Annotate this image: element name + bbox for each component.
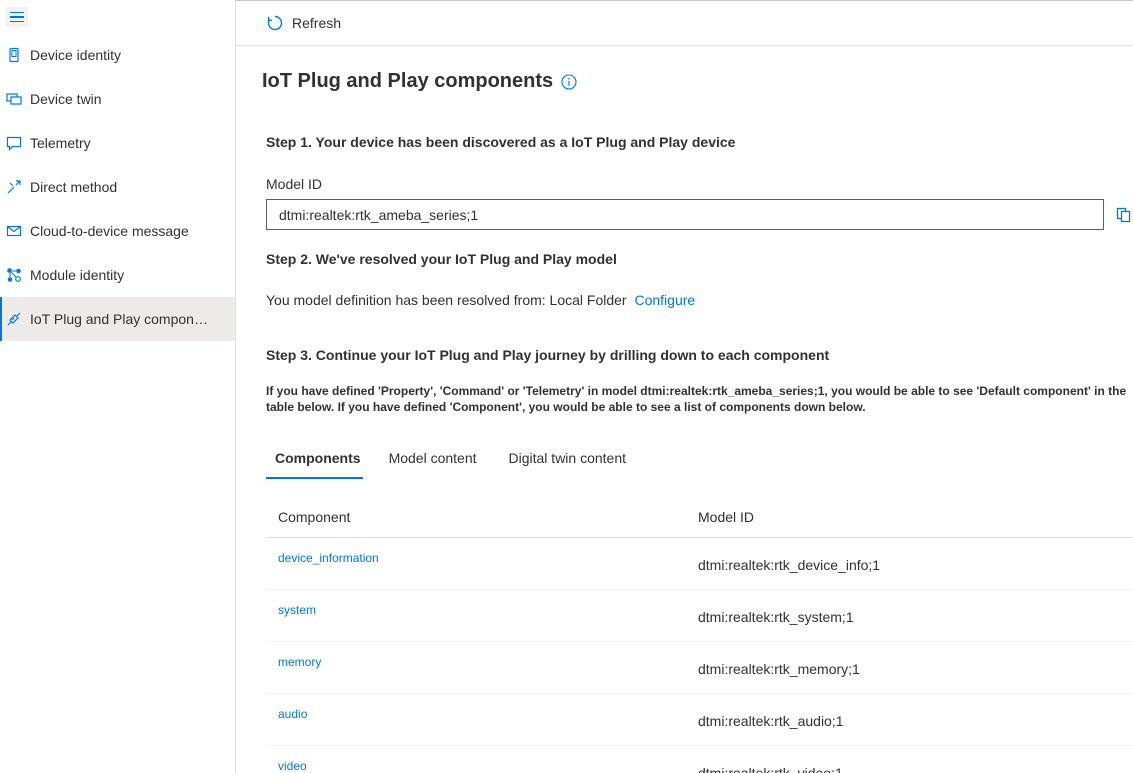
telemetry-icon (6, 135, 22, 151)
hamburger-menu-icon[interactable] (6, 7, 28, 27)
sidebar: Device identity Device twin Telemetry Di… (0, 0, 236, 773)
twin-icon (6, 91, 22, 107)
sidebar-item-cloud-to-device-message[interactable]: Cloud-to-device message (0, 209, 235, 253)
component-link[interactable]: system (266, 590, 686, 641)
table-row: audio dtmi:realtek:rtk_audio;1 (266, 694, 1133, 746)
model-id-field[interactable]: dtmi:realtek:rtk_ameba_series;1 (266, 199, 1104, 230)
sidebar-item-label: Module identity (30, 267, 125, 283)
step-3-heading: Step 3. Continue your IoT Plug and Play … (266, 347, 830, 363)
component-model-id: dtmi:realtek:rtk_memory;1 (698, 661, 860, 677)
step-2-heading: Step 2. We've resolved your IoT Plug and… (266, 251, 617, 267)
component-link[interactable]: video (266, 746, 686, 773)
resolved-source: You model definition has been resolved f… (266, 292, 627, 308)
refresh-icon (267, 15, 283, 31)
table-header: Component Model ID (266, 496, 1133, 538)
model-id-value: dtmi:realtek:rtk_ameba_series;1 (279, 206, 479, 223)
table-row: memory dtmi:realtek:rtk_memory;1 (266, 642, 1133, 694)
components-table: Component Model ID device_information dt… (266, 496, 1133, 773)
toolbar: Refresh (236, 0, 1133, 46)
info-icon[interactable] (561, 73, 577, 90)
sidebar-item-device-twin[interactable]: Device twin (0, 77, 235, 121)
tab-digital-twin-content[interactable]: Digital twin content (509, 446, 627, 479)
sidebar-item-direct-method[interactable]: Direct method (0, 165, 235, 209)
sidebar-item-label: Device twin (30, 91, 102, 107)
main-content: IoT Plug and Play components Step 1. You… (236, 46, 1133, 773)
message-icon (6, 223, 22, 239)
component-link[interactable]: device_information (266, 538, 686, 589)
copy-icon[interactable] (1115, 205, 1133, 223)
table-row: device_information dtmi:realtek:rtk_devi… (266, 538, 1133, 590)
sidebar-item-label: Device identity (30, 47, 122, 63)
component-model-id: dtmi:realtek:rtk_video;1 (698, 765, 843, 773)
component-link[interactable]: audio (266, 694, 686, 745)
model-id-label: Model ID (266, 176, 323, 192)
column-header-model-id[interactable]: Model ID (686, 509, 754, 525)
tab-bar: Components Model content Digital twin co… (266, 446, 658, 479)
sidebar-item-iot-plug-and-play-components[interactable]: IoT Plug and Play components (0, 297, 235, 341)
sidebar-item-device-identity[interactable]: Device identity (0, 33, 235, 77)
component-model-id: dtmi:realtek:rtk_audio;1 (698, 713, 844, 729)
sidebar-item-label: Cloud-to-device message (30, 223, 189, 239)
component-link[interactable]: memory (266, 642, 686, 693)
sidebar-nav: Device identity Device twin Telemetry Di… (0, 33, 235, 341)
component-model-id: dtmi:realtek:rtk_device_info;1 (698, 557, 881, 573)
method-icon (6, 179, 22, 195)
page-title: IoT Plug and Play components (262, 70, 577, 93)
sidebar-item-telemetry[interactable]: Telemetry (0, 121, 235, 165)
sidebar-item-label: Telemetry (30, 135, 91, 151)
tab-model-content[interactable]: Model content (389, 446, 477, 479)
table-row: video dtmi:realtek:rtk_video;1 (266, 746, 1133, 773)
tab-components[interactable]: Components (266, 446, 363, 479)
resolved-text: You model definition has been resolved f… (266, 292, 695, 308)
device-icon (6, 47, 22, 63)
column-header-component[interactable]: Component (266, 509, 686, 525)
page-title-text: IoT Plug and Play components (262, 70, 554, 92)
component-model-id: dtmi:realtek:rtk_system;1 (698, 609, 854, 625)
sidebar-item-label: IoT Plug and Play components (30, 311, 215, 327)
plug-icon (6, 311, 22, 327)
description-text: If you have defined 'Property', 'Command… (266, 384, 1127, 414)
refresh-label: Refresh (292, 15, 342, 31)
step-1-heading: Step 1. Your device has been discovered … (266, 134, 736, 150)
refresh-button[interactable]: Refresh (266, 14, 341, 32)
table-row: system dtmi:realtek:rtk_system;1 (266, 590, 1133, 642)
configure-link[interactable]: Configure (634, 292, 695, 308)
module-icon (6, 267, 22, 283)
sidebar-item-label: Direct method (30, 179, 118, 195)
sidebar-item-module-identity[interactable]: Module identity (0, 253, 235, 297)
